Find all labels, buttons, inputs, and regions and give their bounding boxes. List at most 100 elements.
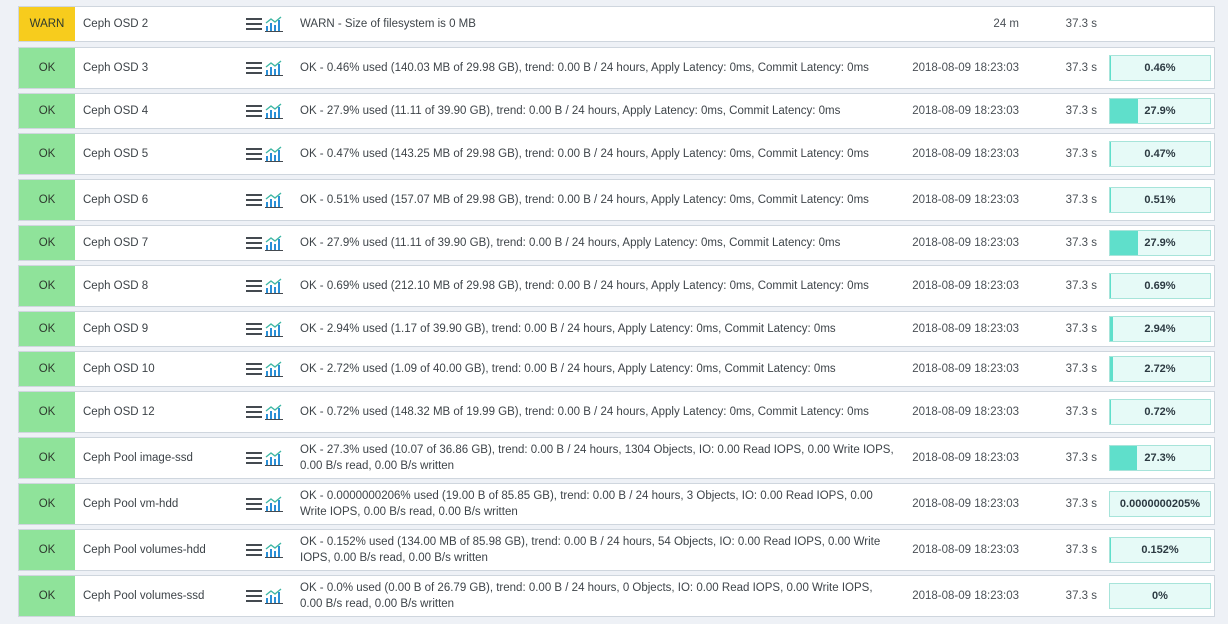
service-row[interactable]: OK Ceph OSD 12 OK - 0.72% used (148.32 M… [18,391,1215,433]
service-output: OK - 2.94% used (1.17 of 39.90 GB), tren… [300,323,836,335]
service-output: OK - 27.3% used (10.07 of 36.86 GB), tre… [300,444,894,472]
hamburger-menu-icon[interactable] [246,147,262,161]
service-name[interactable]: Ceph OSD 2 [83,7,148,41]
perfometer-graph-icon[interactable] [265,361,283,377]
perfometer[interactable]: 0% [1109,583,1211,609]
perfometer[interactable]: 0.69% [1109,273,1211,299]
service-name[interactable]: Ceph OSD 12 [83,392,155,432]
hamburger-menu-icon[interactable] [246,279,262,293]
service-row[interactable]: OK Ceph OSD 3 OK - 0.46% used (140.03 MB… [18,47,1215,89]
perfometer[interactable]: 27.9% [1109,98,1211,124]
service-name[interactable]: Ceph OSD 9 [83,312,148,346]
state-badge[interactable]: OK [19,438,75,478]
hamburger-menu-icon[interactable] [246,451,262,465]
perfometer[interactable]: 0.0000000205% [1109,491,1211,517]
perfometer-graph-icon[interactable] [265,146,283,162]
perfometer-graph-icon[interactable] [265,103,283,119]
perfometer-graph-icon[interactable] [265,496,283,512]
service-row[interactable]: OK Ceph OSD 10 OK - 2.72% used (1.09 of … [18,351,1215,387]
service-row[interactable]: OK Ceph OSD 6 OK - 0.51% used (157.07 MB… [18,179,1215,221]
service-name[interactable]: Ceph Pool volumes-hdd [83,530,206,570]
perfometer[interactable]: 0.51% [1109,187,1211,213]
state-badge[interactable]: OK [19,226,75,260]
hamburger-menu-icon[interactable] [246,405,262,419]
service-row[interactable]: OK Ceph Pool image-ssd OK - 27.3% used (… [18,437,1215,479]
service-name[interactable]: Ceph Pool volumes-ssd [83,576,204,616]
hamburger-menu-icon[interactable] [246,236,262,250]
service-row[interactable]: OK Ceph OSD 9 OK - 2.94% used (1.17 of 3… [18,311,1215,347]
service-row[interactable]: WARN Ceph OSD 2 WARN - Size of filesyste… [18,6,1215,42]
perfometer[interactable]: 0.47% [1109,141,1211,167]
perfometer-graph-icon[interactable] [265,450,283,466]
perfometer-graph-icon[interactable] [265,278,283,294]
state-badge[interactable]: OK [19,392,75,432]
state-badge[interactable]: OK [19,312,75,346]
hamburger-menu-icon[interactable] [246,589,262,603]
state-badge[interactable]: OK [19,180,75,220]
hamburger-menu-icon[interactable] [246,497,262,511]
perfometer-graph-icon[interactable] [265,404,283,420]
perfometer-value: 0.47% [1144,148,1176,160]
perfometer[interactable]: 27.9% [1109,230,1211,256]
perfometer-graph-icon[interactable] [265,588,283,604]
hamburger-menu-icon[interactable] [246,104,262,118]
perfometer[interactable]: 27.3% [1109,445,1211,471]
perfometer-graph-icon[interactable] [265,60,283,76]
hamburger-menu-icon[interactable] [246,543,262,557]
service-icons [246,438,283,478]
service-output: OK - 0.46% used (140.03 MB of 29.98 GB),… [300,62,869,74]
state-badge[interactable]: OK [19,266,75,306]
perfometer[interactable]: 2.94% [1109,316,1211,342]
state-badge[interactable]: OK [19,576,75,616]
service-row[interactable]: OK Ceph OSD 4 OK - 27.9% used (11.11 of … [18,93,1215,129]
service-name[interactable]: Ceph OSD 7 [83,226,148,260]
state-badge[interactable]: OK [19,48,75,88]
perfometer[interactable]: 2.72% [1109,356,1211,382]
service-row[interactable]: OK Ceph OSD 7 OK - 27.9% used (11.11 of … [18,225,1215,261]
service-name[interactable]: Ceph OSD 3 [83,48,148,88]
service-row[interactable]: OK Ceph OSD 5 OK - 0.47% used (143.25 MB… [18,133,1215,175]
hamburger-menu-icon[interactable] [246,322,262,336]
hamburger-menu-icon[interactable] [246,61,262,75]
perfometer-graph-icon[interactable] [265,235,283,251]
service-icons [246,180,283,220]
service-output: OK - 0.72% used (148.32 MB of 19.99 GB),… [300,406,869,418]
hamburger-menu-icon[interactable] [246,17,262,31]
state-since: 2018-08-09 18:23:03 [912,62,1019,74]
perfometer[interactable]: 0.152% [1109,537,1211,563]
state-since: 2018-08-09 18:23:03 [912,148,1019,160]
perfometer-value: 27.9% [1144,237,1176,249]
state-since: 2018-08-09 18:23:03 [912,406,1019,418]
perfometer-graph-icon[interactable] [265,192,283,208]
service-row[interactable]: OK Ceph Pool volumes-ssd OK - 0.0% used … [18,575,1215,617]
perfometer-graph-icon[interactable] [265,16,283,32]
perfometer-value: 2.94% [1144,323,1176,335]
perfometer-graph-icon[interactable] [265,321,283,337]
hamburger-menu-icon[interactable] [246,362,262,376]
state-badge[interactable]: WARN [19,7,75,41]
perfometer[interactable]: 0.46% [1109,55,1211,81]
hamburger-menu-icon[interactable] [246,193,262,207]
check-age: 37.3 s [1065,194,1097,206]
state-badge[interactable]: OK [19,352,75,386]
state-since: 2018-08-09 18:23:03 [912,498,1019,510]
perfometer[interactable]: 0.72% [1109,399,1211,425]
service-name[interactable]: Ceph OSD 10 [83,352,155,386]
state-badge[interactable]: OK [19,94,75,128]
state-badge[interactable]: OK [19,484,75,524]
service-name[interactable]: Ceph OSD 5 [83,134,148,174]
service-name[interactable]: Ceph OSD 6 [83,180,148,220]
service-name[interactable]: Ceph OSD 8 [83,266,148,306]
service-row[interactable]: OK Ceph OSD 8 OK - 0.69% used (212.10 MB… [18,265,1215,307]
service-output: OK - 0.69% used (212.10 MB of 29.98 GB),… [300,280,869,292]
service-name[interactable]: Ceph Pool image-ssd [83,438,193,478]
perfometer-graph-icon[interactable] [265,542,283,558]
service-row[interactable]: OK Ceph Pool vm-hdd OK - 0.0000000206% u… [18,483,1215,525]
state-badge[interactable]: OK [19,134,75,174]
perfometer-value: 0% [1152,590,1168,602]
service-icons [246,576,283,616]
state-badge[interactable]: OK [19,530,75,570]
service-row[interactable]: OK Ceph Pool volumes-hdd OK - 0.152% use… [18,529,1215,571]
service-name[interactable]: Ceph OSD 4 [83,94,148,128]
service-name[interactable]: Ceph Pool vm-hdd [83,484,178,524]
